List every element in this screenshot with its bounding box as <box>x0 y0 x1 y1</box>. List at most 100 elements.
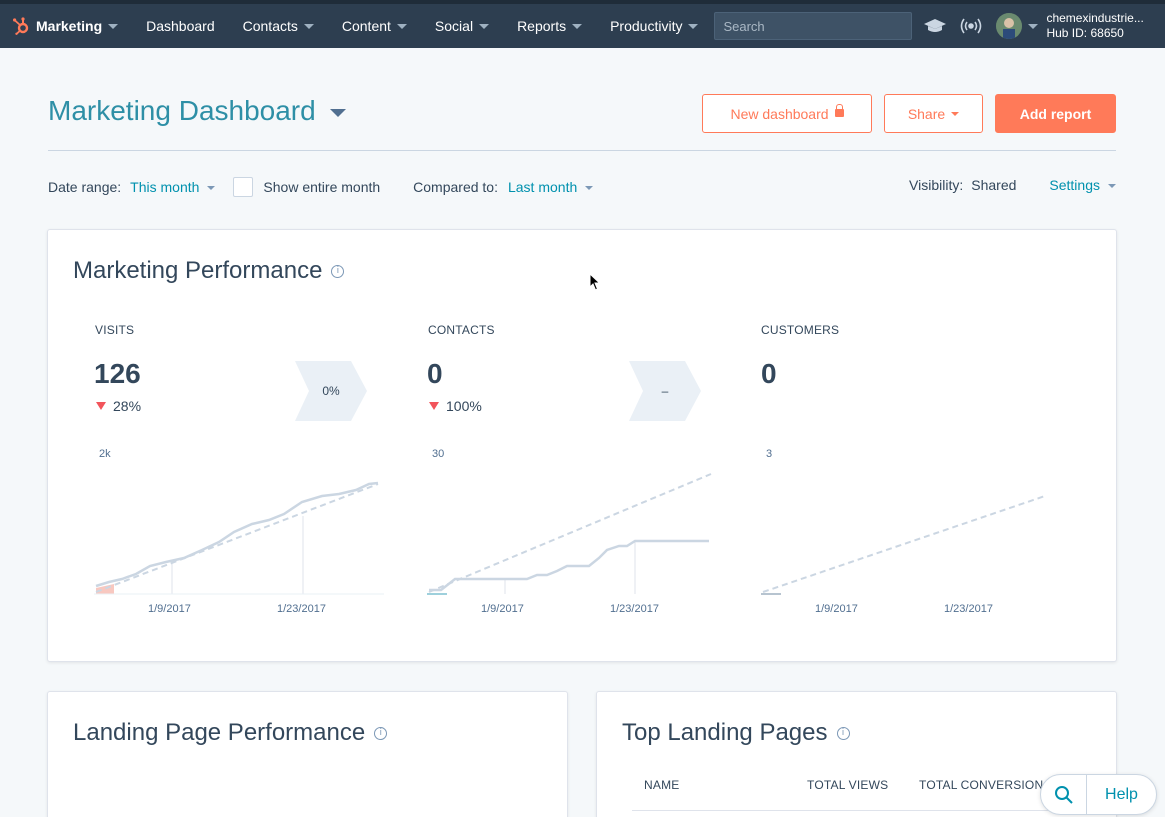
new-dashboard-button[interactable]: New dashboard <box>702 94 872 133</box>
add-report-button[interactable]: Add report <box>995 94 1116 133</box>
visits-axis-max: 2k <box>99 448 111 460</box>
chevron-down-icon <box>303 23 314 29</box>
app-label: Marketing <box>36 18 103 34</box>
help-widget[interactable]: Help <box>1040 774 1157 815</box>
chevron-down-icon <box>1108 184 1116 189</box>
info-icon[interactable]: i <box>374 726 388 740</box>
card-title: Top Landing Pages i <box>622 719 850 747</box>
chevron-down-icon <box>207 186 216 191</box>
lock-icon <box>834 103 844 117</box>
date-range-value: This month <box>130 179 200 195</box>
account-info[interactable]: chemexindustrie... Hub ID: 68650 <box>1046 11 1143 41</box>
visibility-label: Visibility: <box>909 177 964 193</box>
page-title-label: Marketing Dashboard <box>48 95 316 126</box>
customers-sparkline <box>761 495 1046 595</box>
card-title: Marketing Performance i <box>73 257 345 285</box>
visits-value: 126 <box>94 358 141 389</box>
arrow-down-icon <box>429 402 439 410</box>
show-entire-month-label: Show entire month <box>263 179 381 195</box>
column-header-total-views[interactable]: TOTAL VIEWS <box>807 778 888 792</box>
customers-value: 0 <box>761 358 777 389</box>
help-label[interactable]: Help <box>1087 786 1156 804</box>
chevron-down-icon <box>396 23 407 29</box>
chevron-down-icon[interactable] <box>1028 23 1039 29</box>
hub-id: Hub ID: 68650 <box>1046 26 1124 40</box>
date-range-dropdown[interactable]: This month <box>130 179 216 195</box>
conversion-chevron: 0% <box>295 361 367 421</box>
marketing-performance-card: Marketing Performance i VISITS 126 28% 0… <box>47 229 1117 662</box>
page-title[interactable]: Marketing Dashboard <box>48 95 346 127</box>
share-button[interactable]: Share <box>884 94 983 133</box>
chevron-down-icon <box>479 23 490 29</box>
contacts-date-2: 1/23/2017 <box>610 603 659 615</box>
nav-productivity-label: Productivity <box>610 18 683 34</box>
filter-bar: Date range: This month Show entire month… <box>48 177 594 197</box>
avatar[interactable] <box>996 13 1023 39</box>
chevron-down-icon <box>688 23 699 29</box>
mouse-cursor-icon <box>589 273 601 291</box>
contacts-change: 100% <box>429 398 482 414</box>
compared-dropdown[interactable]: Last month <box>508 179 594 195</box>
contacts-change-value: 100% <box>446 398 482 414</box>
conversion-rate: – <box>661 384 669 398</box>
chevron-down-icon <box>951 111 960 116</box>
column-header-conversion-rate[interactable]: TOTAL CONVERSION R <box>919 778 1056 792</box>
visibility-bar: Visibility: Shared Settings <box>909 177 1116 193</box>
search-input[interactable] <box>714 12 913 40</box>
account-name: chemexindustrie... <box>1046 11 1144 25</box>
chevron-down-icon <box>108 23 119 29</box>
show-entire-month-checkbox[interactable] <box>233 177 254 197</box>
nav-content-label: Content <box>341 18 391 34</box>
date-range-label: Date range: <box>48 179 122 195</box>
customers-label: CUSTOMERS <box>761 323 840 337</box>
visits-change-value: 28% <box>113 398 142 414</box>
info-icon[interactable]: i <box>331 264 345 278</box>
header-divider <box>48 150 1116 151</box>
nav-contacts[interactable]: Contacts <box>229 4 328 48</box>
top-navigation: Marketing Dashboard Contacts Content Soc… <box>0 0 1165 48</box>
compared-label: Compared to: <box>413 179 498 195</box>
info-icon[interactable]: i <box>836 726 850 740</box>
hubspot-logo-icon <box>12 17 30 35</box>
card-title-label: Marketing Performance <box>73 257 323 284</box>
customers-date-2: 1/23/2017 <box>944 603 993 615</box>
notifications-icon[interactable] <box>958 13 984 39</box>
visits-date-2: 1/23/2017 <box>277 603 326 615</box>
arrow-down-icon <box>96 402 106 410</box>
visits-date-1: 1/9/2017 <box>148 603 191 615</box>
conversion-chevron: – <box>629 361 701 421</box>
top-landing-pages-card: Top Landing Pages i NAME TOTAL VIEWS TOT… <box>596 691 1117 817</box>
customers-axis-max: 3 <box>766 448 773 460</box>
conversion-rate: 0% <box>322 384 340 398</box>
app-switcher[interactable]: Marketing <box>0 4 132 48</box>
settings-label: Settings <box>1049 177 1100 193</box>
table-header-divider <box>632 810 1102 811</box>
nav-social[interactable]: Social <box>421 4 503 48</box>
contacts-value: 0 <box>427 358 443 389</box>
search-icon[interactable] <box>1041 775 1087 814</box>
nav-reports[interactable]: Reports <box>503 4 596 48</box>
new-dashboard-label: New dashboard <box>730 105 829 122</box>
contacts-axis-max: 30 <box>432 448 445 460</box>
nav-dashboard[interactable]: Dashboard <box>132 4 229 48</box>
nav-reports-label: Reports <box>517 18 567 34</box>
visits-label: VISITS <box>95 323 135 337</box>
academy-icon[interactable] <box>922 13 948 39</box>
visits-sparkline <box>94 481 384 595</box>
nav-social-label: Social <box>434 18 474 34</box>
visibility-value: Shared <box>971 177 1017 193</box>
visits-change: 28% <box>96 398 141 414</box>
chevron-down-icon <box>572 23 583 29</box>
nav-productivity[interactable]: Productivity <box>596 4 712 48</box>
chevron-down-icon <box>329 109 346 117</box>
card-title: Landing Page Performance i <box>73 719 388 747</box>
landing-page-performance-card: Landing Page Performance i <box>47 691 568 817</box>
settings-dropdown[interactable]: Settings <box>1049 177 1116 193</box>
nav-content[interactable]: Content <box>328 4 421 48</box>
share-label: Share <box>907 105 946 122</box>
contacts-date-1: 1/9/2017 <box>481 603 524 615</box>
card-title-label: Landing Page Performance <box>73 719 366 746</box>
card-title-label: Top Landing Pages <box>622 719 828 746</box>
nav-contacts-label: Contacts <box>242 18 298 34</box>
column-header-name[interactable]: NAME <box>644 778 679 792</box>
